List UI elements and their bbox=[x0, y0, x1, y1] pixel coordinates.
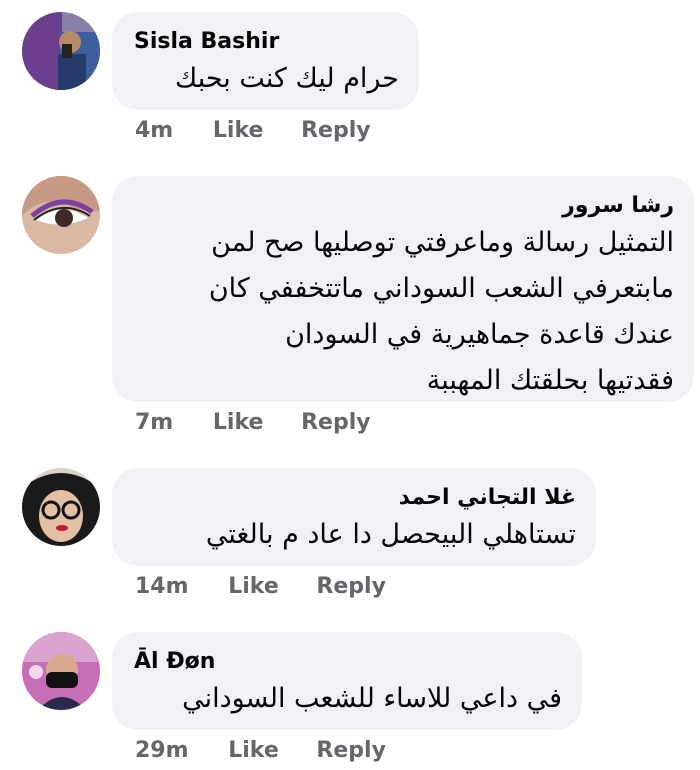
comment-text: التمثيل رسالة وماعرفتي توصليها صح لمن ما… bbox=[208, 227, 674, 396]
reply-button[interactable]: Reply bbox=[316, 738, 386, 763]
comment-time[interactable]: 14m bbox=[135, 574, 189, 599]
like-button[interactable]: Like bbox=[228, 738, 279, 763]
comment-actions: 7m Like Reply bbox=[135, 410, 401, 435]
comment-author[interactable]: Āl Đøn bbox=[134, 648, 562, 676]
reply-button[interactable]: Reply bbox=[301, 118, 371, 143]
user-photo-icon bbox=[22, 12, 100, 90]
user-photo-icon bbox=[22, 176, 100, 254]
comment-actions: 29m Like Reply bbox=[135, 738, 416, 763]
like-button[interactable]: Like bbox=[213, 118, 264, 143]
user-photo-icon bbox=[22, 632, 100, 710]
comment-bubble: غلا التجاني احمد تستاهلي البيحصل دا عاد … bbox=[112, 468, 596, 566]
comment-author[interactable]: Sisla Bashir bbox=[134, 28, 399, 56]
comment-time[interactable]: 7m bbox=[135, 410, 173, 435]
comment-text: حرام ليك كنت بحبك bbox=[174, 63, 399, 94]
comment-text: تستاهلي البيحصل دا عاد م بالغتي bbox=[205, 519, 576, 550]
avatar[interactable] bbox=[22, 632, 100, 710]
reply-button[interactable]: Reply bbox=[316, 574, 386, 599]
comment-actions: 4m Like Reply bbox=[135, 118, 401, 143]
avatar[interactable] bbox=[22, 468, 100, 546]
user-photo-icon bbox=[22, 468, 100, 546]
avatar[interactable] bbox=[22, 12, 100, 90]
comment-bubble: رشا سرور التمثيل رسالة وماعرفتي توصليها … bbox=[112, 176, 694, 402]
comment-time[interactable]: 29m bbox=[135, 738, 189, 763]
comment-bubble: Sisla Bashir حرام ليك كنت بحبك bbox=[112, 12, 419, 110]
comment-bubble: Āl Đøn في داعي للاساء للشعب السوداني bbox=[112, 632, 582, 730]
comment-text: في داعي للاساء للشعب السوداني bbox=[182, 683, 562, 714]
avatar[interactable] bbox=[22, 176, 100, 254]
comment-time[interactable]: 4m bbox=[135, 118, 173, 143]
comment-author[interactable]: رشا سرور bbox=[134, 192, 674, 220]
comment-author[interactable]: غلا التجاني احمد bbox=[134, 484, 576, 512]
like-button[interactable]: Like bbox=[228, 574, 279, 599]
reply-button[interactable]: Reply bbox=[301, 410, 371, 435]
like-button[interactable]: Like bbox=[213, 410, 264, 435]
comment-actions: 14m Like Reply bbox=[135, 574, 416, 599]
